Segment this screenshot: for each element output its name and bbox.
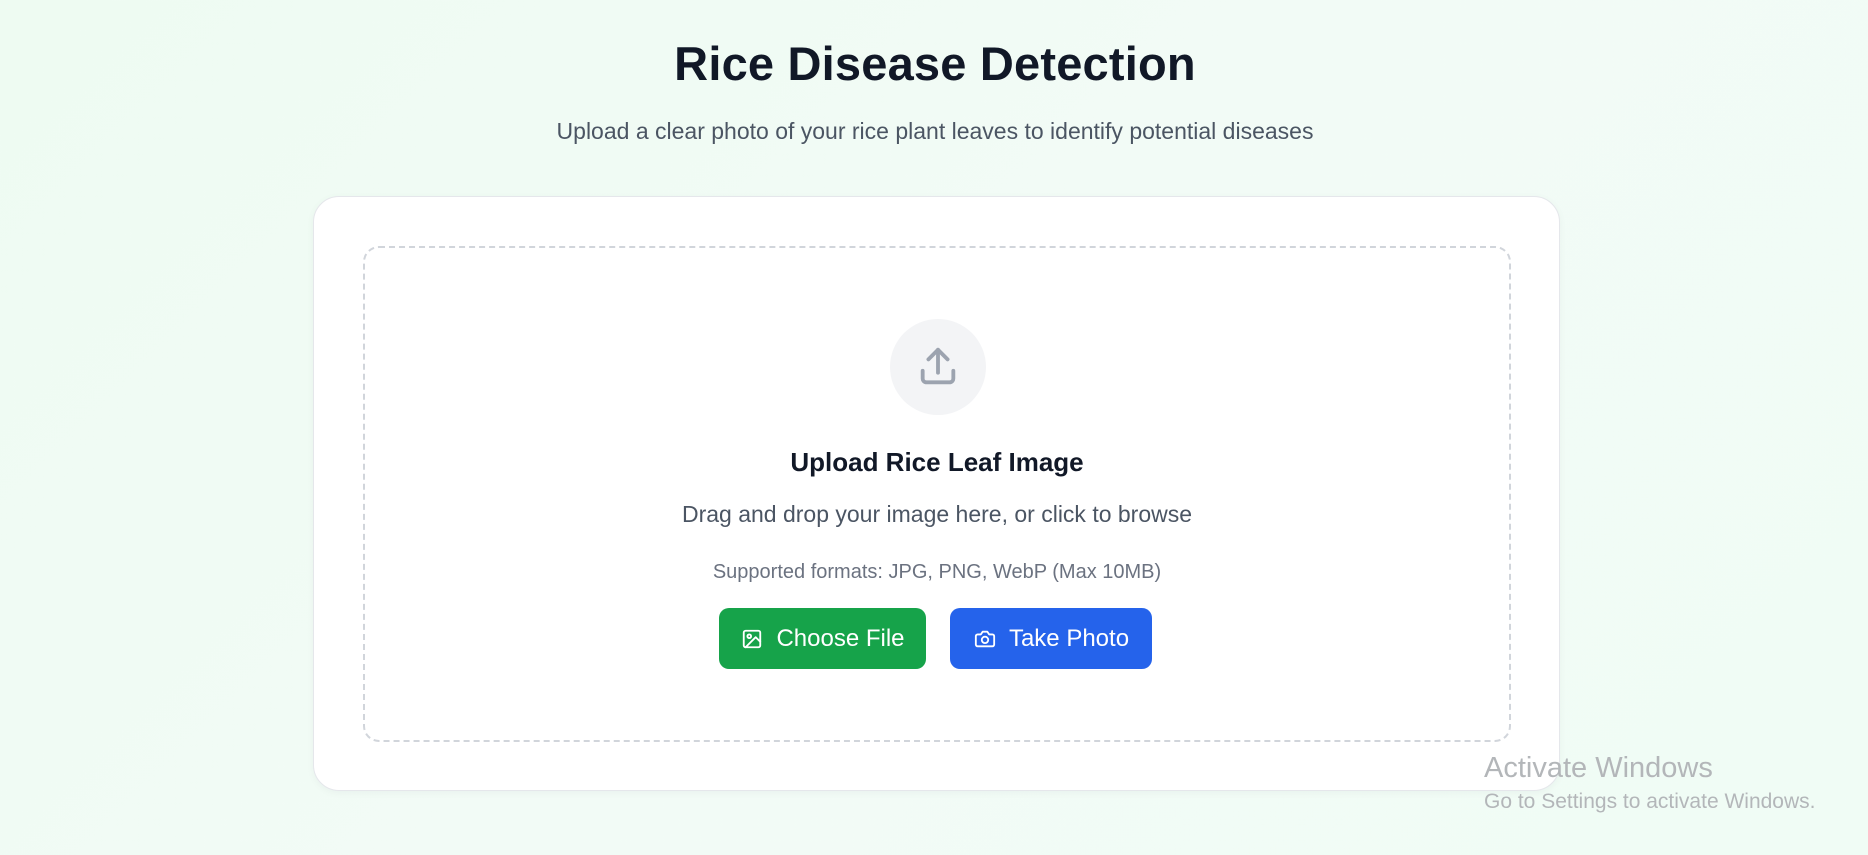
page-subtitle: Upload a clear photo of your rice plant …: [556, 118, 1314, 144]
upload-icon-circle: [890, 319, 986, 415]
take-photo-label: Take Photo: [1008, 624, 1130, 652]
take-photo-button[interactable]: Take Photo: [950, 608, 1152, 669]
watermark-title: Activate Windows: [1484, 752, 1713, 784]
upload-dropzone[interactable]: Upload Rice Leaf Image Drag and drop you…: [363, 246, 1511, 742]
choose-file-button[interactable]: Choose File: [719, 608, 926, 669]
upload-icon: [920, 347, 956, 385]
upload-title: Upload Rice Leaf Image: [790, 447, 1084, 477]
upload-card: Upload Rice Leaf Image Drag and drop you…: [313, 196, 1560, 791]
watermark-subtitle: Go to Settings to activate Windows.: [1484, 790, 1816, 813]
page-title: Rice Disease Detection: [674, 37, 1196, 90]
camera-icon: [973, 627, 997, 651]
choose-file-label: Choose File: [776, 624, 905, 652]
activate-windows-watermark: Activate Windows Go to Settings to activ…: [1484, 750, 1816, 816]
supported-formats-text: Supported formats: JPG, PNG, WebP (Max 1…: [712, 561, 1162, 583]
image-icon: [740, 627, 764, 651]
upload-description: Drag and drop your image here, or click …: [681, 501, 1193, 527]
